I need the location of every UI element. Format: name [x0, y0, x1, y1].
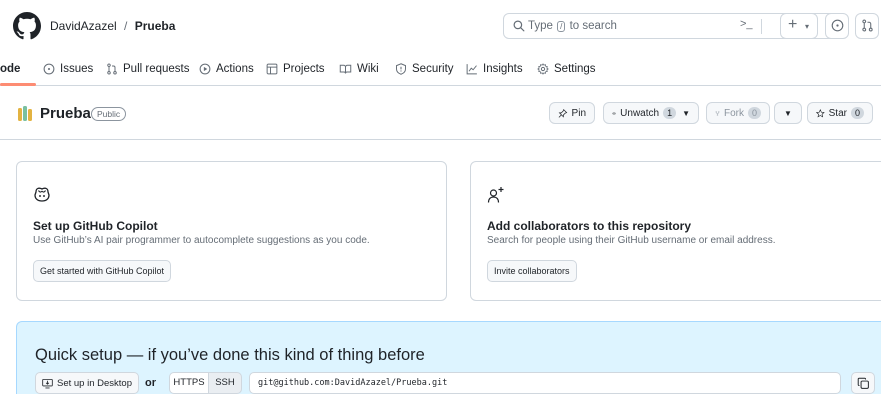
tab-pull-requests[interactable]: Pull requests [106, 59, 189, 79]
clone-url-field[interactable]: git@github.com:DavidAzazel/Prueba.git [249, 372, 841, 394]
pin-label: Pin [571, 107, 586, 119]
pin-icon [558, 108, 568, 118]
invite-collaborators-button[interactable]: Invite collaborators [487, 260, 577, 282]
breadcrumb-repo[interactable]: Prueba [135, 19, 176, 33]
tab-insights-label: Insights [483, 63, 523, 75]
collaborators-card-title: Add collaborators to this repository [487, 219, 692, 233]
tab-code-label: ode [0, 63, 21, 75]
top-bar: DavidAzazel / Prueba Type / to search >_… [0, 10, 881, 42]
chevron-down-icon: ▾ [805, 22, 810, 31]
tab-actions[interactable]: Actions [199, 59, 254, 79]
star-button[interactable]: Star 0 [807, 102, 873, 124]
breadcrumb-owner[interactable]: DavidAzazel [50, 19, 117, 33]
command-palette-icon[interactable]: >_ [740, 18, 753, 30]
repo-header: Prueba Public Pin Unwatch 1 ▼ Fork 0 ▼ S… [0, 96, 881, 140]
copilot-card-description: Use GitHub’s AI pair programmer to autoc… [33, 235, 370, 246]
pull-requests-button[interactable] [855, 13, 879, 39]
https-toggle[interactable]: HTTPS [169, 372, 209, 394]
watch-count: 1 [663, 107, 677, 119]
star-label: Star [828, 107, 847, 119]
repo-title[interactable]: Prueba [40, 105, 91, 122]
pull-request-icon [862, 19, 873, 32]
collaborators-card-description: Search for people using their GitHub use… [487, 235, 776, 246]
issues-button[interactable] [825, 13, 849, 39]
book-icon [339, 64, 352, 74]
copilot-icon [34, 187, 50, 202]
shield-icon [396, 63, 406, 75]
setup-in-desktop-label: Set up in Desktop [57, 377, 132, 389]
quick-setup-panel: Quick setup — if you’ve done this kind o… [16, 321, 881, 394]
ssh-toggle[interactable]: SSH [208, 372, 242, 394]
tab-issues[interactable]: Issues [43, 59, 93, 79]
tab-actions-label: Actions [216, 63, 254, 75]
person-add-icon [487, 187, 504, 203]
setup-in-desktop-button[interactable]: Set up in Desktop [35, 372, 139, 394]
issue-icon [831, 19, 844, 32]
tab-security-label: Security [412, 63, 454, 75]
search-shortcut-key: / [557, 21, 566, 32]
star-count: 0 [850, 107, 864, 119]
create-new-button[interactable]: + ▾ [780, 13, 818, 39]
copilot-card-title: Set up GitHub Copilot [33, 219, 158, 233]
plus-icon: + [788, 16, 798, 33]
fork-icon [715, 110, 720, 116]
copilot-card: Set up GitHub Copilot Use GitHub’s AI pa… [16, 161, 447, 301]
get-started-copilot-button[interactable]: Get started with GitHub Copilot [33, 260, 172, 282]
table-icon [266, 63, 278, 75]
chevron-down-icon: ▼ [784, 108, 792, 118]
search-placeholder: Type / to search [528, 20, 617, 32]
gear-icon [537, 63, 549, 75]
tab-projects-label: Projects [283, 63, 325, 75]
tab-projects[interactable]: Projects [266, 59, 325, 79]
tab-wiki[interactable]: Wiki [339, 59, 379, 79]
unwatch-button[interactable]: Unwatch 1 ▼ [603, 102, 699, 124]
chevron-down-icon: ▼ [682, 108, 690, 118]
search-suffix: to search [569, 20, 617, 32]
repo-avatar-icon [18, 106, 32, 121]
repo-nav: ode Issues Pull requests Actions Project… [0, 52, 881, 86]
graph-icon [466, 64, 477, 75]
fork-options-button[interactable]: ▼ [774, 102, 802, 124]
tab-insights[interactable]: Insights [466, 59, 523, 79]
tab-wiki-label: Wiki [357, 63, 379, 75]
active-tab-underline [0, 83, 36, 86]
eye-icon [612, 112, 617, 114]
breadcrumb: DavidAzazel / Prueba [50, 19, 175, 33]
fork-count: 0 [747, 107, 761, 119]
github-logo-icon[interactable] [13, 12, 41, 40]
breadcrumb-separator: / [124, 19, 128, 33]
search-divider [761, 19, 762, 34]
pin-button[interactable]: Pin [549, 102, 595, 124]
visibility-badge: Public [91, 107, 127, 121]
star-icon [816, 108, 825, 117]
search-icon [513, 20, 525, 32]
copy-icon [857, 377, 869, 389]
quick-setup-title: Quick setup — if you’ve done this kind o… [35, 346, 425, 364]
tab-pull-requests-label: Pull requests [123, 63, 190, 75]
fork-button[interactable]: Fork 0 [706, 102, 770, 124]
tab-settings-label: Settings [554, 63, 596, 75]
unwatch-label: Unwatch [620, 107, 660, 119]
copy-url-button[interactable] [851, 372, 875, 394]
pull-request-icon [107, 63, 117, 75]
tab-code[interactable]: ode [0, 59, 20, 79]
fork-label: Fork [723, 107, 744, 119]
or-label: or [145, 377, 156, 389]
tab-issues-label: Issues [60, 63, 94, 75]
tab-security[interactable]: Security [395, 59, 454, 79]
collaborators-card: Add collaborators to this repository Sea… [470, 161, 881, 301]
tab-settings[interactable]: Settings [537, 59, 596, 79]
desktop-download-icon [42, 378, 53, 388]
issue-icon [43, 63, 55, 75]
play-icon [199, 63, 211, 75]
search-prefix: Type [528, 20, 553, 32]
